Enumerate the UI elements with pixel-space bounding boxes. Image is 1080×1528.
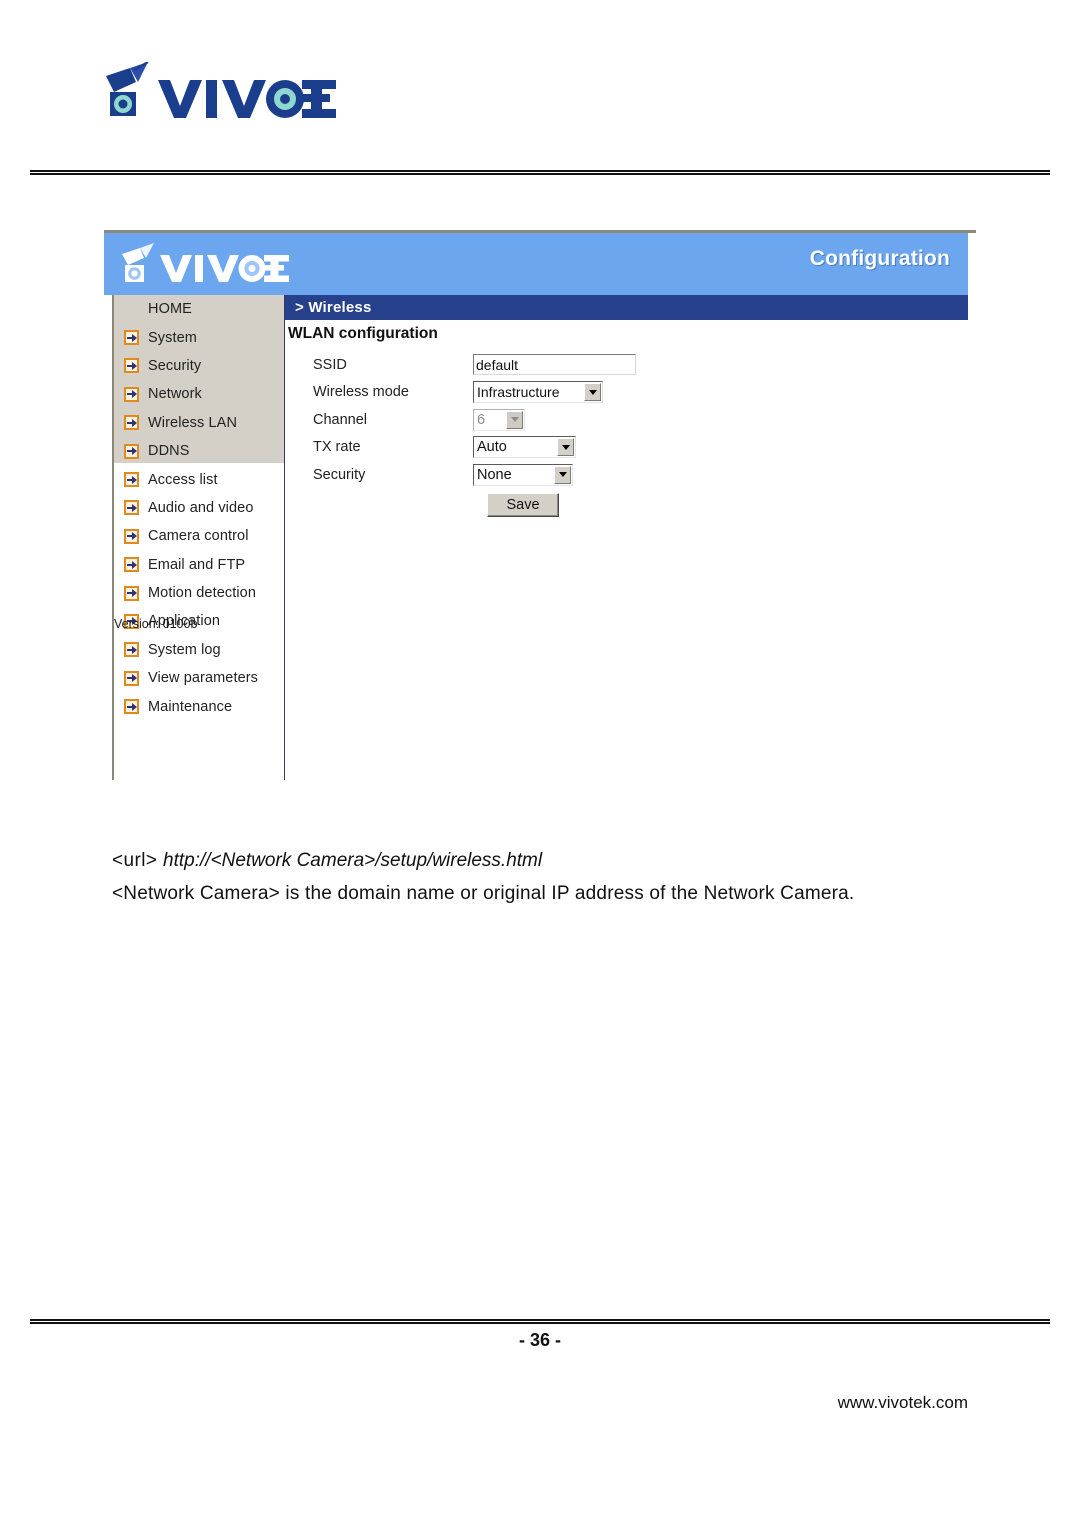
sidebar-item-label: System log <box>148 641 221 658</box>
sidebar-item-camera-control[interactable]: Camera control <box>112 522 284 550</box>
page-number: - 36 - <box>518 1330 561 1350</box>
arrow-right-icon <box>124 585 139 601</box>
arrow-right-icon <box>124 443 139 459</box>
sidebar-item-label: HOME <box>148 301 192 318</box>
sidebar-item-home[interactable]: HOME <box>112 295 284 323</box>
sidebar-item-label: System <box>148 329 197 346</box>
channel-value: 6 <box>477 411 486 428</box>
chevron-down-icon[interactable] <box>584 383 601 402</box>
sidebar-item-system-log[interactable]: System log <box>112 636 284 664</box>
sidebar-item-security[interactable]: Security <box>112 352 284 380</box>
url-caption-value: http://<Network Camera>/setup/wireless.h… <box>163 850 543 871</box>
wireless-mode-select[interactable]: Infrastructure <box>473 381 603 404</box>
no-icon <box>124 302 139 317</box>
site-url: www.vivotek.com <box>837 1393 968 1412</box>
sidebar-item-wireless-lan[interactable]: Wireless LAN <box>112 409 284 437</box>
arrow-right-icon <box>124 415 139 431</box>
sidebar-item-maintenance[interactable]: Maintenance <box>112 692 284 720</box>
form-row-ssid: SSID <box>313 351 713 379</box>
sidebar-item-label: Email and FTP <box>148 556 246 573</box>
firmware-version-label: Version: 0100b <box>114 617 198 631</box>
sidebar-item-ddns[interactable]: DDNS <box>112 437 284 465</box>
arrow-right-icon <box>124 472 139 488</box>
form-row-save: Save <box>313 489 713 521</box>
channel-label: Channel <box>313 411 368 428</box>
camera-mark-icon <box>106 62 149 116</box>
wlan-configuration-form: SSID Wireless mode Infrastructure Channe… <box>313 351 713 521</box>
sidebar-item-label: Motion detection <box>148 585 256 602</box>
sidebar-item-label: Security <box>148 357 202 374</box>
arrow-right-icon <box>124 699 139 715</box>
security-select[interactable]: None <box>473 463 573 486</box>
arrow-right-icon <box>124 330 139 346</box>
sidebar-item-audio-and-video[interactable]: Audio and video <box>112 494 284 522</box>
form-row-security: Security None <box>313 461 713 489</box>
vivotek-brand-logo <box>96 62 346 124</box>
sidebar-item-email-and-ftp[interactable]: Email and FTP <box>112 551 284 579</box>
chevron-down-icon[interactable] <box>557 438 574 457</box>
sidebar-item-label: DDNS <box>148 443 190 460</box>
arrow-right-icon <box>124 500 139 516</box>
ui-header-title: Configuration <box>809 247 950 270</box>
form-row-channel: Channel 6 <box>313 406 713 434</box>
arrow-right-icon <box>124 386 139 402</box>
wireless-mode-label: Wireless mode <box>313 384 409 401</box>
ssid-input[interactable] <box>473 354 636 376</box>
ui-header-logo <box>118 243 308 287</box>
sidebar-item-label: Audio and video <box>148 499 254 516</box>
sidebar-item-network[interactable]: Network <box>112 380 284 408</box>
form-heading: WLAN configuration <box>288 325 438 342</box>
section-title-bar: > Wireless <box>285 295 968 320</box>
sidebar-item-system[interactable]: System <box>112 323 284 351</box>
sidebar-item-label: Access list <box>148 471 218 488</box>
chevron-down-icon[interactable] <box>554 465 571 484</box>
save-button[interactable]: Save <box>487 492 559 517</box>
ui-content-pane: > Wireless WLAN configuration SSID Wirel… <box>285 295 968 780</box>
vivotek-wordmark <box>160 255 289 282</box>
ssid-label: SSID <box>313 356 347 373</box>
vivotek-wordmark <box>158 80 336 118</box>
tx-rate-select[interactable]: Auto <box>473 436 576 459</box>
arrow-right-icon <box>124 642 139 658</box>
header-divider-rule <box>30 170 1050 177</box>
url-caption: <url> http://<Network Camera>/setup/wire… <box>112 850 1012 872</box>
channel-select-disabled: 6 <box>473 408 525 431</box>
sidebar-item-access-list[interactable]: Access list <box>112 465 284 493</box>
tx-rate-value: Auto <box>477 439 507 456</box>
wireless-mode-value: Infrastructure <box>477 384 560 401</box>
arrow-right-icon <box>124 670 139 686</box>
security-value: None <box>477 466 512 483</box>
ui-sidebar: HOME System Security Network Wireless LAN DDN… <box>112 295 284 780</box>
ui-header-bar: Configuration <box>104 233 968 295</box>
section-title-label: > Wireless <box>295 299 372 316</box>
arrow-right-icon <box>124 358 139 374</box>
ui-body: HOME System Security Network Wireless LAN DDN… <box>104 295 968 812</box>
url-caption-prefix: <url> <box>112 850 163 871</box>
sidebar-item-view-parameters[interactable]: View parameters <box>112 664 284 692</box>
sidebar-item-motion-detection[interactable]: Motion detection <box>112 579 284 607</box>
chevron-down-icon <box>506 410 523 429</box>
sidebar-item-label: View parameters <box>148 670 259 687</box>
camera-mark-icon <box>122 243 154 282</box>
sidebar-item-label: Wireless LAN <box>148 414 238 431</box>
sidebar-item-label: Camera control <box>148 528 249 545</box>
sidebar-item-label: Maintenance <box>148 698 233 715</box>
camera-web-ui-screenshot: Configuration HOME System Security Network W… <box>104 230 976 812</box>
sidebar-menu: HOME System Security Network Wireless LAN DDN… <box>112 295 284 721</box>
arrow-right-icon <box>124 528 139 544</box>
footer-divider-rule <box>30 1319 1050 1326</box>
network-camera-note: <Network Camera> is the domain name or o… <box>112 883 855 904</box>
security-label: Security <box>313 466 366 483</box>
form-row-wireless-mode: Wireless mode Infrastructure <box>313 379 713 407</box>
tx-rate-label: TX rate <box>313 439 361 456</box>
sidebar-item-label: Network <box>148 386 202 403</box>
form-row-tx-rate: TX rate Auto <box>313 434 713 462</box>
arrow-right-icon <box>124 557 139 573</box>
